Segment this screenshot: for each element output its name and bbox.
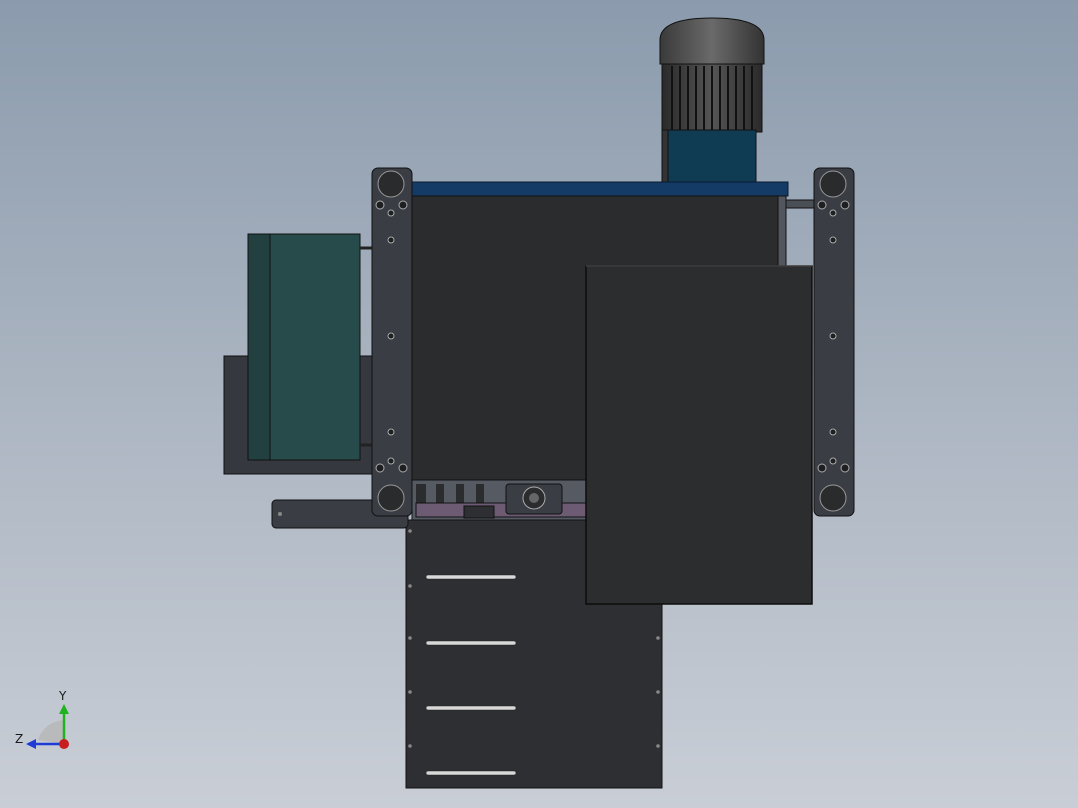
motor-icon [659, 17, 765, 183]
side-guard [247, 233, 374, 461]
right-column [813, 167, 855, 517]
header-beam [409, 181, 789, 197]
feed-mechanism [411, 479, 587, 521]
axis-triad-icon: Y Z [15, 689, 69, 749]
left-column [371, 167, 413, 517]
front-door [585, 265, 813, 605]
axis-y-label: Y [58, 689, 67, 703]
cad-viewport[interactable]: Y Z [0, 0, 1078, 808]
axis-z-label: Z [15, 732, 23, 746]
cad-model-drawing[interactable]: Y Z [0, 0, 1078, 808]
